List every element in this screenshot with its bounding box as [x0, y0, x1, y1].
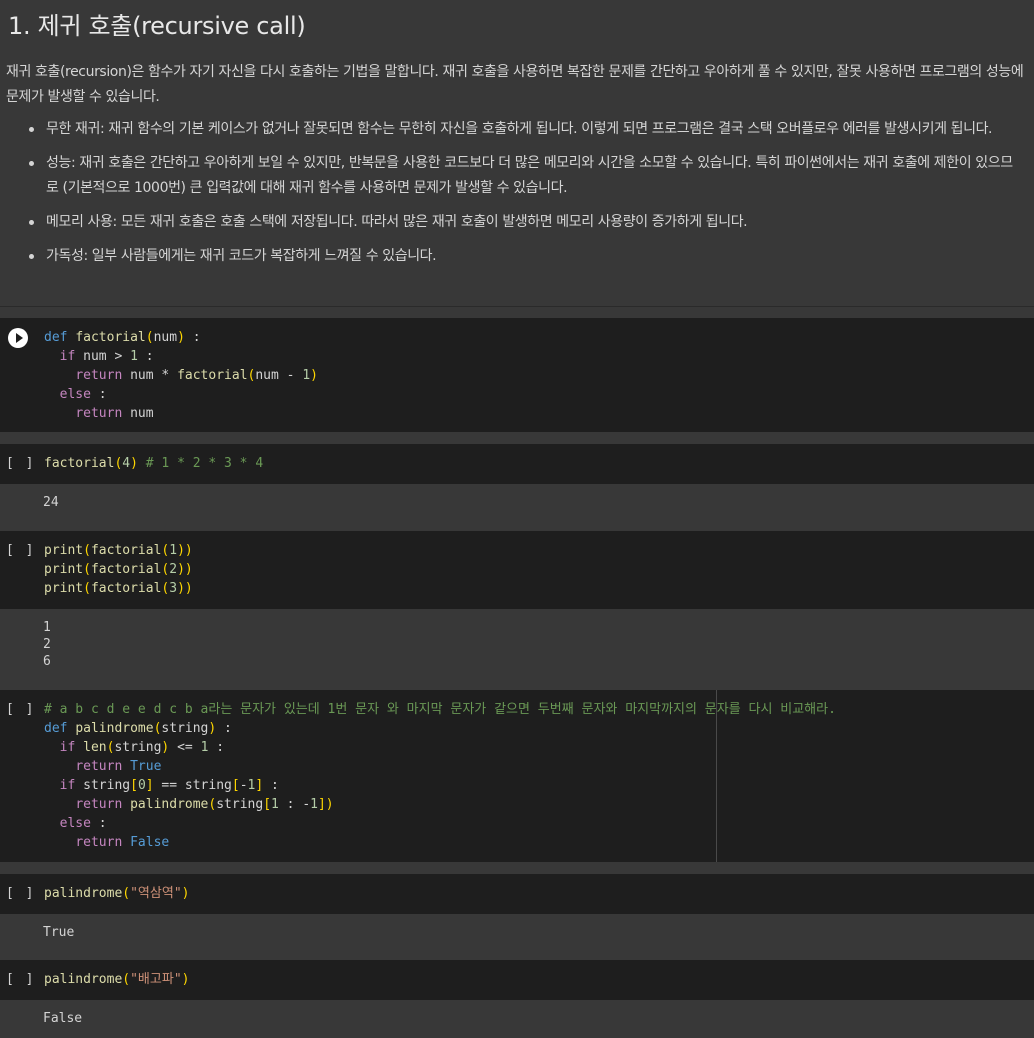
section-title: 1. 제귀 호출(recursive call) [8, 12, 306, 40]
bullet-dot-icon [29, 254, 34, 259]
ruler-line [716, 690, 717, 862]
bullet-dot-icon [29, 220, 34, 225]
bullet-list: 무한 재귀: 재귀 함수의 기본 케이스가 없거나 잘못되면 함수는 무한히 자… [0, 117, 1030, 278]
bullet-text: 성능: 재귀 호출은 간단하고 우아하게 보일 수 있지만, 반복문을 사용한 … [46, 155, 1013, 196]
cell-output: 1 2 6 [43, 620, 51, 669]
cell-output: True [43, 925, 75, 940]
code-cell-factorial-4[interactable]: [ ] factorial(4) # 1 * 2 * 3 * 4 [0, 444, 1034, 484]
code-editor[interactable]: factorial(4) # 1 * 2 * 3 * 4 [44, 454, 263, 473]
output-area: 24 [0, 484, 1034, 530]
bullet-memory: 메모리 사용: 모든 재귀 호출은 호출 스택에 저장됩니다. 따라서 많은 재… [0, 210, 1030, 235]
intro-paragraph: 재귀 호출(recursion)은 함수가 자기 자신을 다시 호출하는 기법을… [6, 64, 1024, 105]
run-cell-button[interactable] [8, 328, 28, 348]
code-editor[interactable]: def factorial(num) : if num > 1 : return… [44, 328, 318, 423]
bullet-infinite-recursion: 무한 재귀: 재귀 함수의 기본 케이스가 없거나 잘못되면 함수는 무한히 자… [0, 117, 1030, 142]
execution-count[interactable]: [ ] [6, 456, 35, 471]
code-cell-palindrome-def[interactable]: [ ] # a b c d e e d c b a라는 문자가 있는데 1번 문… [0, 690, 1034, 862]
code-editor[interactable]: palindrome("배고파") [44, 970, 189, 989]
code-cell-print-factorials[interactable]: [ ] print(factorial(1)) print(factorial(… [0, 531, 1034, 609]
execution-count[interactable]: [ ] [6, 886, 35, 901]
code-editor[interactable]: palindrome("역삼역") [44, 884, 189, 903]
bullet-text: 메모리 사용: 모든 재귀 호출은 호출 스택에 저장됩니다. 따라서 많은 재… [46, 214, 748, 230]
execution-count[interactable]: [ ] [6, 543, 35, 558]
output-area: 1 2 6 [0, 609, 1034, 689]
code-cell-palindrome-2[interactable]: [ ] palindrome("배고파") [0, 960, 1034, 1000]
code-cell-factorial-def[interactable]: def factorial(num) : if num > 1 : return… [0, 318, 1034, 432]
output-area: False [0, 1000, 1034, 1038]
execution-count[interactable]: [ ] [6, 972, 35, 987]
bullet-readability: 가독성: 일부 사람들에게는 재귀 코드가 복잡하게 느껴질 수 있습니다. [0, 244, 1030, 269]
bullet-dot-icon [29, 127, 34, 132]
cell-output: 24 [43, 495, 59, 510]
code-editor[interactable]: # a b c d e e d c b a라는 문자가 있는데 1번 문자 와 … [44, 700, 836, 852]
cell-output: False [43, 1011, 83, 1026]
cell-divider [0, 306, 1034, 307]
execution-count[interactable]: [ ] [6, 702, 35, 717]
bullet-dot-icon [29, 161, 34, 166]
bullet-performance: 성능: 재귀 호출은 간단하고 우아하게 보일 수 있지만, 반복문을 사용한 … [0, 151, 1030, 201]
code-editor[interactable]: print(factorial(1)) print(factorial(2)) … [44, 541, 193, 598]
bullet-text: 가독성: 일부 사람들에게는 재귀 코드가 복잡하게 느껴질 수 있습니다. [46, 248, 437, 264]
bullet-text: 무한 재귀: 재귀 함수의 기본 케이스가 없거나 잘못되면 함수는 무한히 자… [46, 121, 993, 137]
markdown-cell[interactable]: 1. 제귀 호출(recursive call) 재귀 호출(recursion… [0, 0, 1034, 306]
output-area: True [0, 914, 1034, 960]
code-cell-palindrome-1[interactable]: [ ] palindrome("역삼역") [0, 874, 1034, 914]
